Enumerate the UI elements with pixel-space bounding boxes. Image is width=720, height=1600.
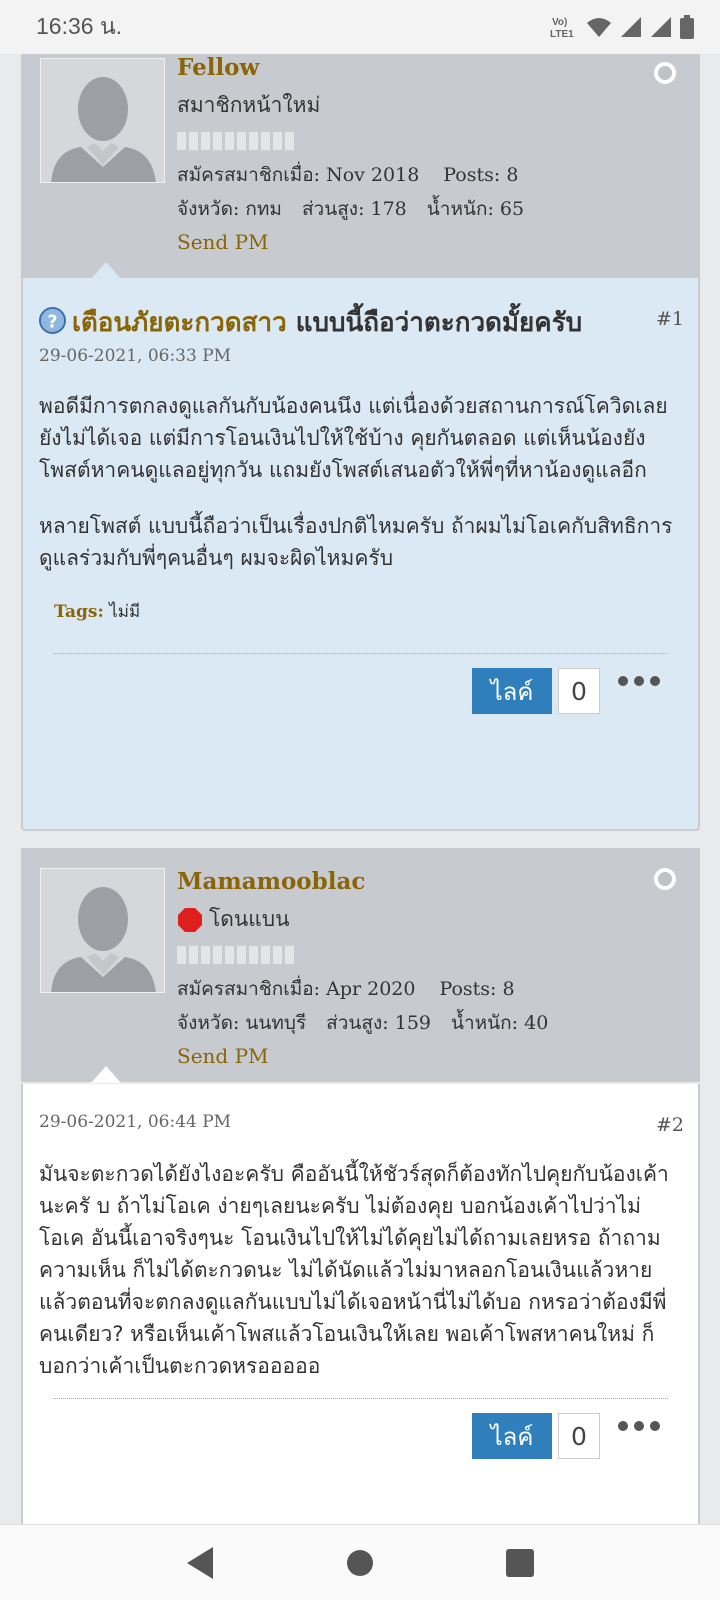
title-prefix[interactable]: เตือนภัยตะกวดสาว — [72, 308, 287, 338]
height: ส่วนสูง: 159 — [326, 1012, 431, 1034]
post-count: Posts: 8 — [439, 978, 515, 1000]
system-nav-bar — [0, 1524, 720, 1600]
post-title: ? เตือนภัยตะกวดสาว แบบนี้ถือว่าตะกวดมั้ย… — [39, 278, 682, 344]
user-info: Fellow สมาชิกหน้าใหม่ สมัครสมาชิกเมื่อ: … — [177, 54, 524, 254]
post-body: #1 ? เตือนภัยตะกวดสาว แบบนี้ถือว่าตะกวดม… — [21, 278, 700, 831]
user-stats-line-1: สมัครสมาชิกเมื่อ: Apr 2020 Posts: 8 — [177, 974, 548, 1004]
post-number-link[interactable]: #2 — [656, 1114, 684, 1136]
message-paragraph: หลายโพสต์ แบบนี้ถือว่าเป็นเรื่องปกติไหมค… — [39, 514, 673, 570]
user-title: โดนแบน — [177, 903, 548, 936]
thread-content: Fellow สมาชิกหน้าใหม่ สมัครสมาชิกเมื่อ: … — [0, 54, 720, 1524]
user-title-text: โดนแบน — [209, 907, 290, 931]
signal-icon — [621, 17, 641, 37]
svg-text:Vo): Vo) — [552, 17, 567, 28]
username-link[interactable]: Mamamooblac — [177, 868, 548, 895]
send-pm-link[interactable]: Send PM — [177, 1044, 548, 1068]
post-body: #2 29-06-2021, 06:44 PM มันจะตะกวดได้ยัง… — [21, 1084, 700, 1524]
back-icon[interactable] — [185, 1546, 215, 1580]
send-pm-link[interactable]: Send PM — [177, 230, 524, 254]
status-icons: Vo) LTE1 — [550, 14, 694, 40]
svg-text:LTE1: LTE1 — [550, 29, 574, 40]
like-button[interactable]: ไลค์ — [472, 668, 552, 714]
tags-value: ไม่มี — [109, 602, 141, 622]
signal-icon-2 — [651, 17, 671, 37]
header-pointer — [91, 262, 121, 279]
like-button[interactable]: ไลค์ — [472, 1413, 552, 1459]
question-icon: ? — [39, 307, 66, 334]
tags-label: Tags: — [54, 602, 104, 622]
username-link[interactable]: Fellow — [177, 54, 524, 81]
post-date: 29-06-2021, 06:33 PM — [39, 346, 232, 366]
more-options-icon[interactable] — [618, 658, 660, 704]
volte-icon: Vo) LTE1 — [550, 17, 574, 40]
status-time: 16:36 น. — [36, 13, 123, 39]
reputation-bar — [177, 132, 524, 150]
status-bar: 16:36 น. Vo) LTE1 — [0, 0, 720, 54]
post-header: Mamamooblac โดนแบน สมัครสมาชิกเมื่อ: Apr… — [21, 848, 700, 1083]
post-count: Posts: 8 — [443, 164, 519, 186]
user-info: Mamamooblac โดนแบน สมัครสมาชิกเมื่อ: Apr… — [177, 868, 548, 1068]
avatar[interactable] — [40, 58, 165, 183]
wifi-icon — [587, 18, 611, 37]
home-icon[interactable] — [345, 1548, 375, 1578]
header-pointer — [91, 1066, 121, 1083]
reputation-bar — [177, 946, 548, 964]
user-stats-line-2: จังหวัด: นนทบุรี ส่วนสูง: 159 น้ำหนัก: 40 — [177, 1008, 548, 1038]
more-options-icon[interactable] — [618, 1403, 660, 1449]
recents-icon[interactable] — [505, 1548, 535, 1578]
post-1: Fellow สมาชิกหน้าใหม่ สมัครสมาชิกเมื่อ: … — [21, 54, 700, 831]
post-number-link[interactable]: #1 — [656, 308, 684, 330]
weight: น้ำหนัก: 65 — [426, 198, 525, 220]
user-title: สมาชิกหน้าใหม่ — [177, 89, 524, 122]
stop-sign-icon — [178, 907, 202, 932]
province: จังหวัด: กทม — [177, 198, 282, 220]
online-status-icon — [654, 868, 676, 890]
avatar[interactable] — [40, 868, 165, 993]
post-message: มันจะตะกวดได้ยังไงอะครับ คืออันนี้ให้ชัว… — [39, 1158, 682, 1382]
user-stats-line-2: จังหวัด: กทม ส่วนสูง: 178 น้ำหนัก: 65 — [177, 194, 524, 224]
tags-row: Tags: ไม่มี — [54, 598, 682, 625]
default-avatar-icon — [41, 869, 164, 992]
user-title-text: สมาชิกหน้าใหม่ — [177, 93, 321, 117]
joined-date: สมัครสมาชิกเมื่อ: Apr 2020 — [177, 978, 416, 1000]
message-paragraph: มันจะตะกวดได้ยังไงอะครับ คืออันนี้ให้ชัว… — [39, 1162, 669, 1378]
battery-icon — [680, 15, 694, 39]
post-actions: ไลค์ 0 — [39, 654, 682, 744]
like-count: 0 — [558, 668, 600, 714]
user-stats-line-1: สมัครสมาชิกเมื่อ: Nov 2018 Posts: 8 — [177, 160, 524, 190]
svg-text:?: ? — [47, 312, 57, 332]
province: จังหวัด: นนทบุรี — [177, 1012, 307, 1034]
like-count: 0 — [558, 1413, 600, 1459]
online-status-icon — [654, 62, 676, 84]
title-text: แบบนี้ถือว่าตะกวดมั้ยครับ — [295, 308, 583, 338]
post-date: 29-06-2021, 06:44 PM — [39, 1112, 232, 1132]
post-actions: ไลค์ 0 — [39, 1399, 682, 1489]
post-header: Fellow สมาชิกหน้าใหม่ สมัครสมาชิกเมื่อ: … — [21, 54, 700, 279]
height: ส่วนสูง: 178 — [301, 198, 407, 220]
post-2: Mamamooblac โดนแบน สมัครสมาชิกเมื่อ: Apr… — [21, 848, 700, 1524]
default-avatar-icon — [41, 59, 164, 182]
message-paragraph: พอดีมีการตกลงดูแลกันกับน้องคนนึง แต่เนื่… — [39, 394, 668, 482]
joined-date: สมัครสมาชิกเมื่อ: Nov 2018 — [177, 164, 420, 186]
weight: น้ำหนัก: 40 — [451, 1012, 549, 1034]
post-message: พอดีมีการตกลงดูแลกันกับน้องคนนึง แต่เนื่… — [39, 390, 682, 574]
